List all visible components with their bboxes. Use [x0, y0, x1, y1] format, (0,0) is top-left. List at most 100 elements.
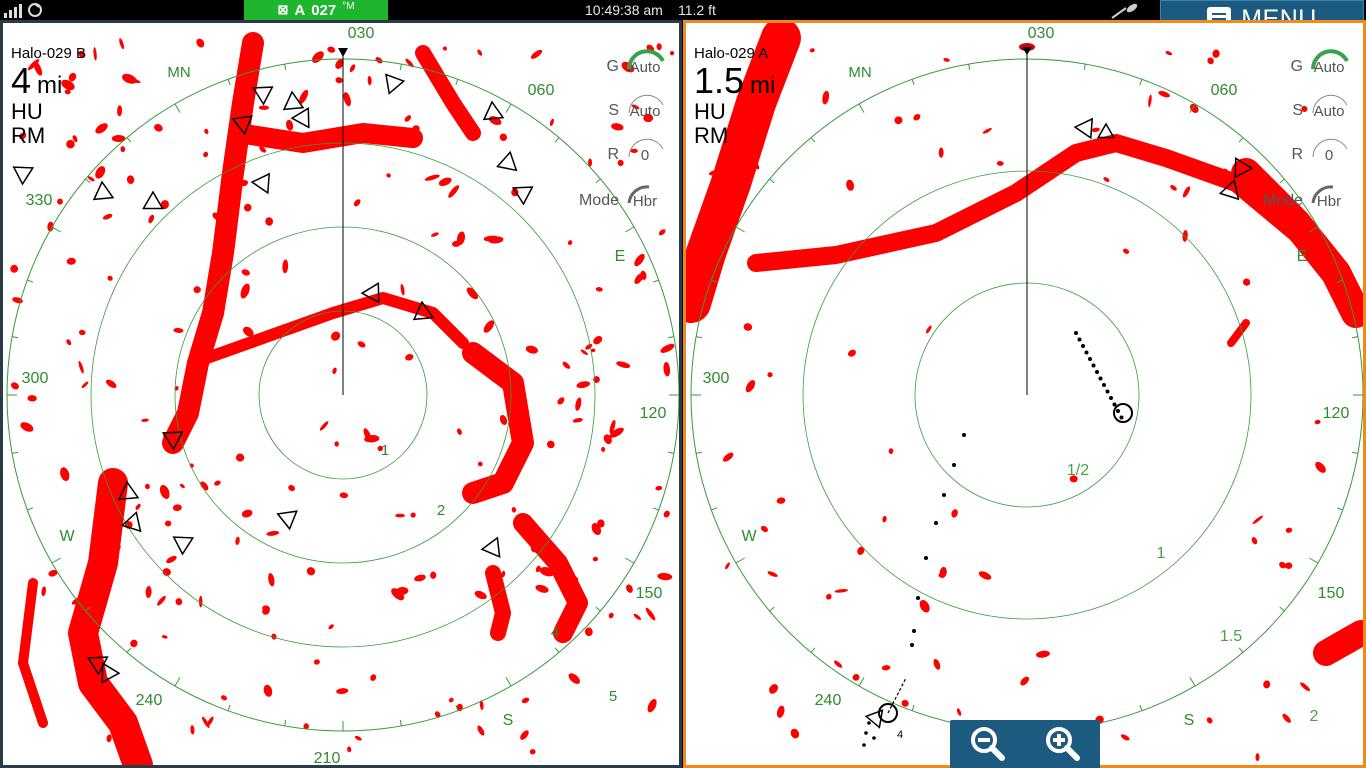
radar-echo: [647, 699, 657, 713]
radar-echo: [477, 49, 483, 56]
radar-echo: [499, 133, 508, 142]
rain-control[interactable]: R 0: [607, 138, 665, 167]
target-trail-dot: [1116, 409, 1120, 413]
orientation-mode[interactable]: HU: [694, 100, 775, 124]
radar-echo: [1206, 717, 1213, 724]
zoom-out-button[interactable]: [966, 724, 1010, 764]
bearing-label: 210: [314, 750, 341, 765]
radar-echo: [521, 697, 530, 704]
bearing-tick: [12, 336, 19, 339]
radar-echo: [655, 485, 663, 491]
radar-echo: [520, 730, 529, 740]
radar-echo-band: [513, 513, 588, 643]
bearing-label: 120: [640, 405, 667, 422]
ais-target-icon: [92, 180, 115, 201]
mode-knob[interactable]: Hbr: [1309, 185, 1349, 213]
radar-echo: [214, 480, 221, 486]
mode-knob[interactable]: Hbr: [625, 185, 665, 213]
sea-control[interactable]: S Auto: [1292, 94, 1349, 123]
orientation-mode[interactable]: HU: [11, 100, 86, 124]
bearing-label: 150: [1318, 585, 1345, 602]
radar-echo: [562, 361, 571, 369]
bearing-tick: [126, 137, 132, 143]
radar-echo: [328, 624, 334, 630]
bearing-tick: [1139, 704, 1143, 711]
range-value[interactable]: 1.5: [694, 60, 744, 101]
radar-panel-b[interactable]: 030 060 120 150 210 240 300 330 E S W MN 1 2 4 5 Halo-0…: [0, 20, 682, 768]
target-trail-dot: [942, 493, 946, 497]
radar-echo: [1165, 51, 1173, 56]
gain-arc-icon: [627, 49, 665, 70]
radar-echo-band: [415, 45, 481, 141]
radar-echo: [306, 567, 316, 576]
radar-echo: [161, 635, 168, 639]
radar-echo: [1148, 94, 1152, 108]
sea-knob[interactable]: Auto: [1309, 94, 1349, 123]
gain-arc-icon: [1311, 49, 1349, 70]
range-ring-label: 1.5: [1220, 628, 1242, 645]
radar-echo: [154, 123, 163, 132]
rain-arc-icon: [628, 138, 664, 158]
radar-echo: [334, 441, 339, 447]
radar-echo: [557, 397, 565, 405]
bearing-tick: [505, 103, 512, 113]
gain-knob[interactable]: Auto: [1309, 49, 1349, 79]
ais-target-icon: [496, 150, 518, 172]
radar-echo: [1103, 177, 1110, 182]
radar-echo: [660, 343, 675, 353]
sea-label: S: [1292, 102, 1303, 119]
motion-mode[interactable]: RM: [694, 124, 775, 148]
bearing-tick: [27, 279, 34, 283]
bearing-tick: [174, 677, 181, 687]
rain-control[interactable]: R 0: [1291, 138, 1349, 167]
gain-control[interactable]: G Auto: [1291, 49, 1349, 79]
radar-echo: [1315, 461, 1326, 473]
radar-echo: [535, 584, 549, 593]
motion-mode[interactable]: RM: [11, 124, 86, 148]
mode-control[interactable]: Mode Hbr: [1263, 185, 1349, 213]
bearing-tick: [284, 719, 287, 726]
rain-knob[interactable]: 0: [1309, 138, 1349, 167]
radar-echo: [511, 506, 517, 513]
cardinal-label: W: [59, 528, 75, 545]
target-trail-dot: [1102, 383, 1106, 387]
radar-echo: [263, 684, 273, 697]
ais-target-icon: [385, 73, 406, 95]
bearing-label: 150: [636, 585, 663, 602]
range-value[interactable]: 4: [11, 60, 31, 101]
radar-echo: [430, 232, 439, 237]
bearing-tick: [399, 64, 402, 71]
target-trail-dot: [1084, 350, 1089, 355]
target-trail-dot: [1095, 370, 1099, 374]
radar-echo: [10, 264, 19, 273]
bearing-tick: [911, 79, 915, 86]
radar-echo: [66, 339, 72, 346]
rain-knob[interactable]: 0: [625, 138, 665, 167]
bearing-tick: [735, 226, 745, 233]
radar-echo: [20, 422, 34, 432]
sea-knob[interactable]: Auto: [625, 94, 665, 123]
gain-knob[interactable]: Auto: [625, 49, 665, 79]
target-trail-dot: [962, 433, 966, 437]
range-unit: mi: [750, 72, 776, 99]
radar-echo: [826, 593, 832, 600]
bearing-tick: [227, 704, 231, 711]
radar-echo: [933, 658, 941, 670]
radar-ppi-b[interactable]: 030 060 120 150 210 240 300 330 E S W MN 1 2 4 5: [3, 23, 679, 765]
bearing-tick: [1279, 178, 1285, 184]
mode-control[interactable]: Mode Hbr: [579, 185, 665, 213]
radar-echo: [357, 341, 366, 348]
gain-control[interactable]: G Auto: [607, 49, 665, 79]
radar-panel-a[interactable]: 030060120150240300ESWMN1/211.52410 Halo-…: [683, 20, 1366, 768]
sea-control[interactable]: S Auto: [608, 94, 665, 123]
radar-echo: [370, 674, 377, 681]
heading-indicator[interactable]: ⊠ A 027 °M: [244, 0, 388, 20]
radar-echo: [776, 705, 785, 718]
radar-echo: [499, 415, 508, 425]
target-trail-dot: [1074, 331, 1078, 335]
radar-echo: [743, 323, 753, 331]
zoom-in-button[interactable]: [1041, 724, 1085, 764]
zoom-out-icon: [970, 727, 1005, 761]
radar-echo: [144, 483, 150, 490]
radar-ppi-a[interactable]: 030060120150240300ESWMN1/211.52410: [686, 23, 1363, 765]
